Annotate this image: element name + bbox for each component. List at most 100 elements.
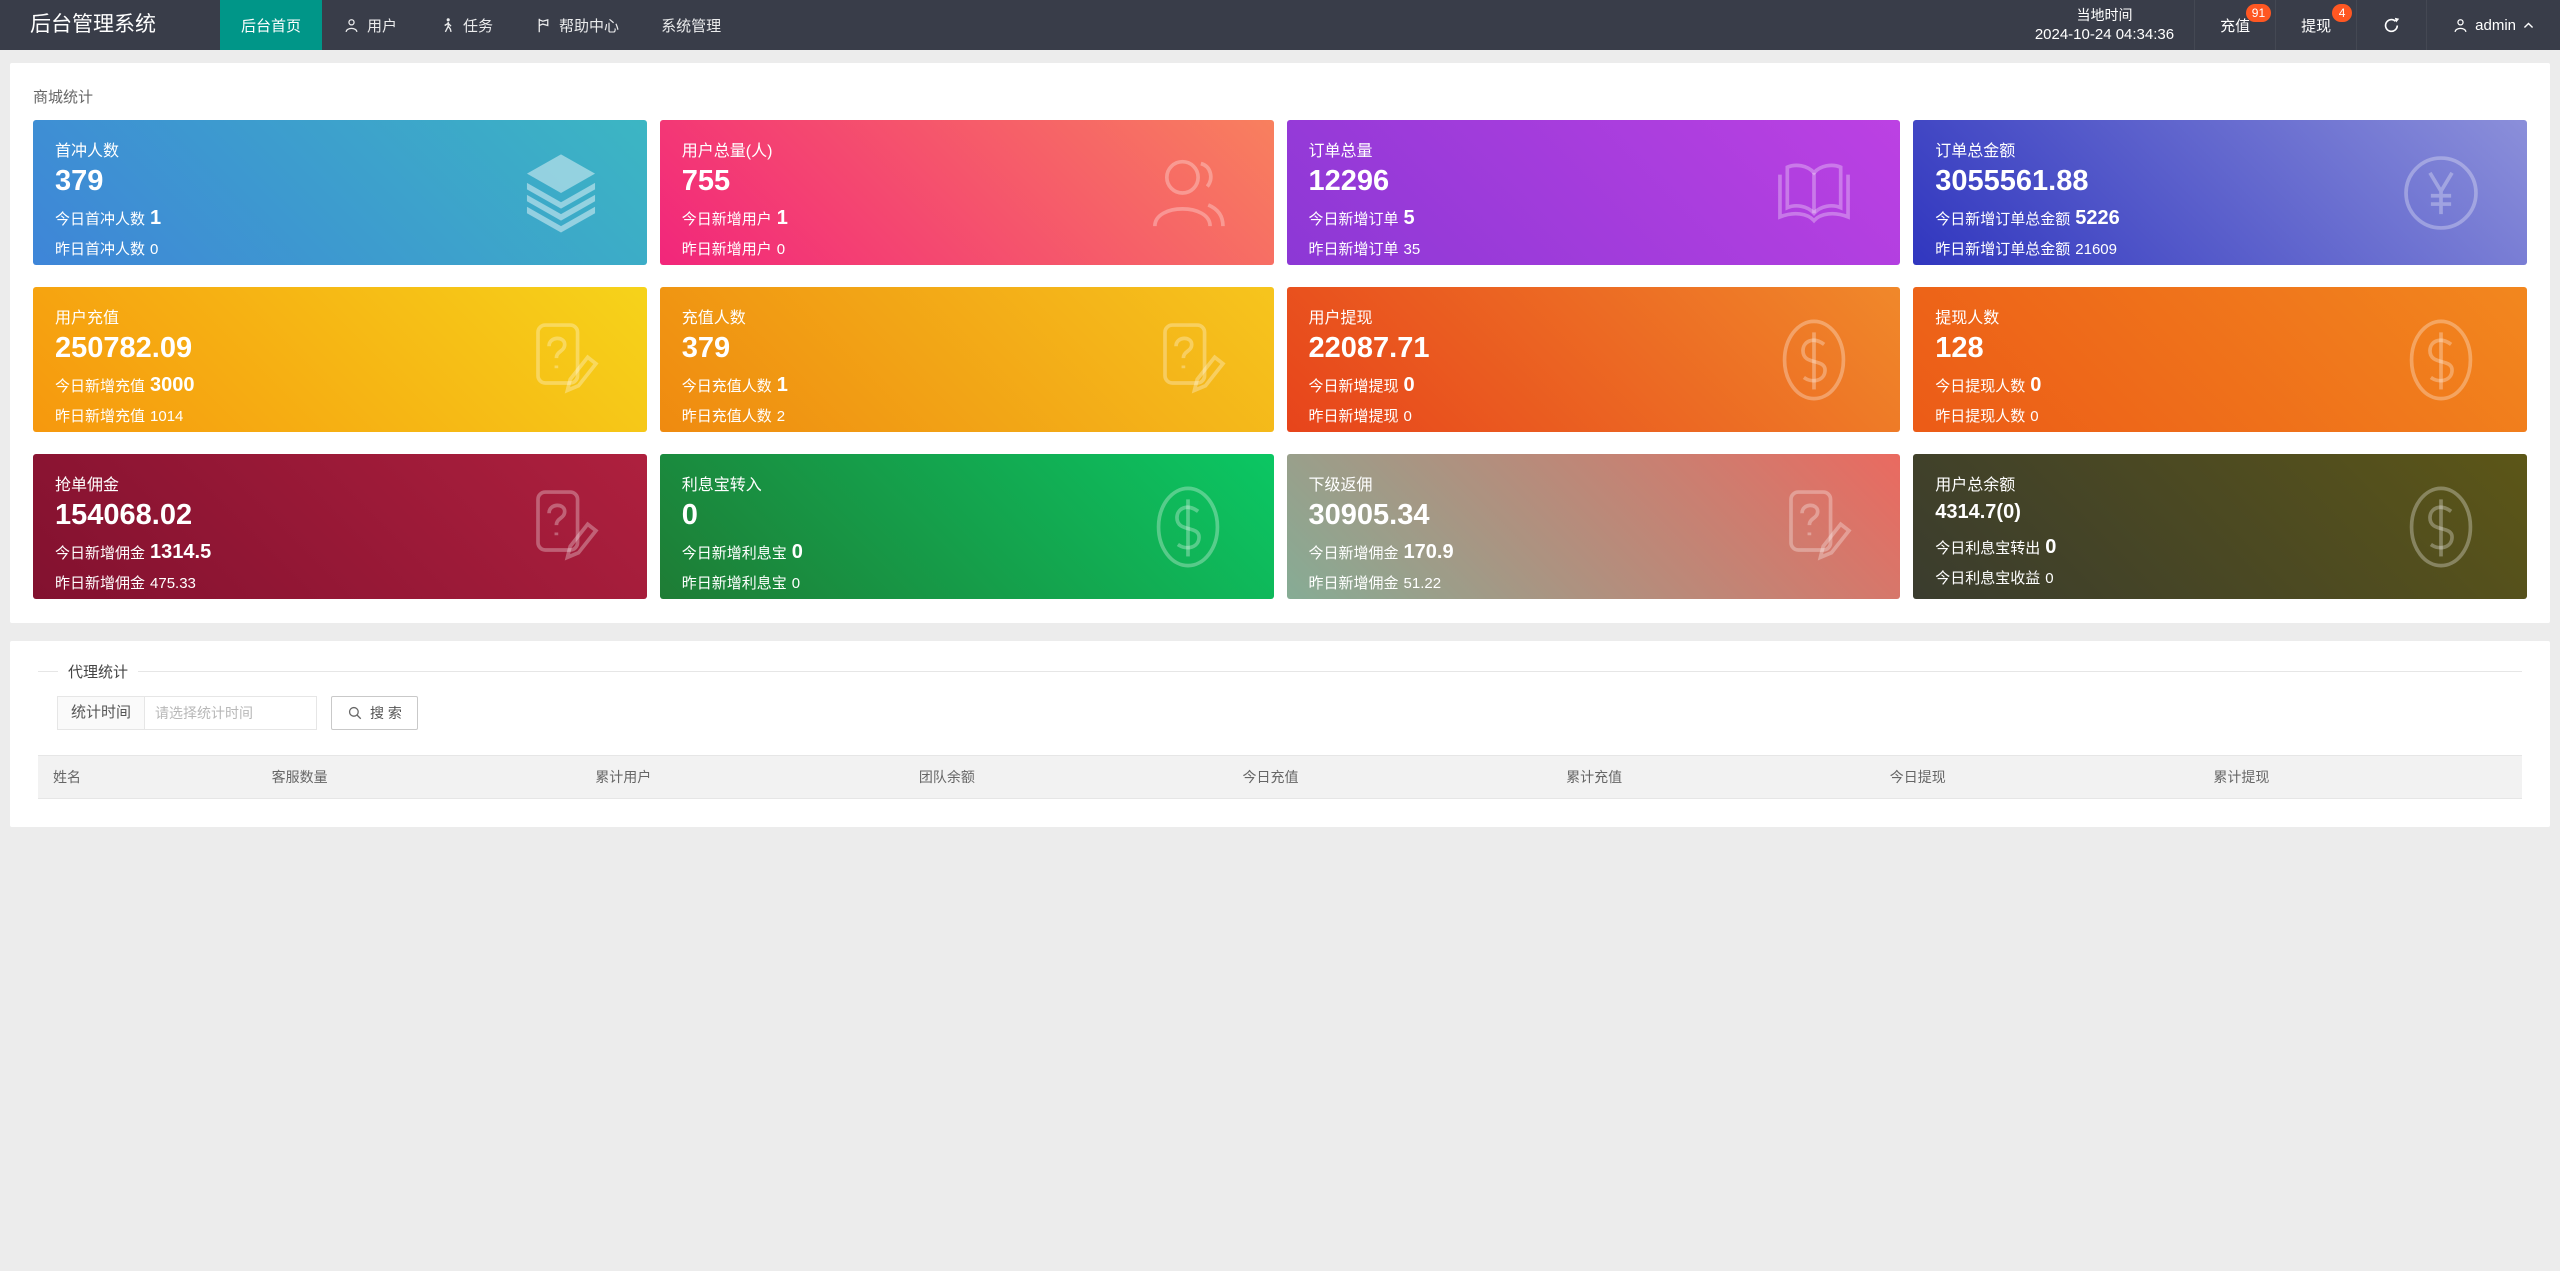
stat-today-label: 今日新增用户 (681, 210, 772, 228)
username: admin (2475, 16, 2516, 34)
stat-today-value: 5226 (2075, 206, 2120, 229)
stat-cards-grid: 首冲人数 379 今日首冲人数 1 昨日首冲人数 0 用户总量(人) 755 今日新… (10, 120, 2550, 623)
document-question-icon (515, 481, 607, 573)
col-name: 姓名 (38, 755, 257, 799)
top-navbar: 后台管理系统 后台首页 用户 任务 帮助中心 系统管理 当地时间 2024-10… (0, 0, 2560, 50)
nav-item-label: 任务 (463, 17, 494, 35)
document-question-icon (515, 314, 607, 406)
stat-yesterday-label: 昨日首冲人数 (55, 240, 146, 258)
stat-card-user-withdraw: 用户提现 22087.71 今日新增提现 0 昨日新增提现 0 (1286, 287, 1901, 432)
document-question-icon (1142, 314, 1234, 406)
main-nav: 后台首页 用户 任务 帮助中心 系统管理 (220, 0, 742, 50)
open-book-icon (1768, 147, 1860, 239)
stat-card-sub-rebate: 下级返佣 30905.34 今日新增佣金 170.9 昨日新增佣金 51.22 (1286, 454, 1901, 599)
stat-time-label: 统计时间 (57, 696, 146, 730)
stat-yesterday-value: 35 (1403, 240, 1421, 258)
stat-card-interest-transfer-in: 利息宝转入 0 今日新增利息宝 0 昨日新增利息宝 0 (659, 454, 1274, 599)
col-total-recharge: 累计充值 (1551, 755, 1875, 799)
stat-today-label: 今日新增订单总金额 (1935, 210, 2071, 228)
app-title: 后台管理系统 (30, 13, 156, 36)
recharge-button[interactable]: 充值 91 (2194, 0, 2275, 50)
stat-card-first-recharge-users: 首冲人数 379 今日首冲人数 1 昨日首冲人数 0 (33, 120, 647, 265)
dollar-circle-icon (2395, 481, 2487, 573)
agent-stats-fieldset: 代理统计 (38, 661, 2522, 682)
stat-yesterday-label: 昨日提现人数 (1935, 407, 2026, 425)
search-button[interactable]: 搜 索 (331, 696, 418, 730)
stat-today-value: 1 (776, 206, 788, 229)
stat-today-value: 1 (776, 373, 788, 396)
withdraw-label: 提现 (2301, 17, 2332, 35)
stat-yesterday-label: 昨日新增订单 (1308, 240, 1399, 258)
stat-yesterday-label: 昨日新增用户 (681, 240, 772, 258)
stat-yesterday-label: 昨日新增提现 (1308, 407, 1399, 425)
stat-today-label: 今日充值人数 (681, 377, 772, 395)
dollar-circle-icon (2395, 314, 2487, 406)
stat-today-label: 今日首冲人数 (55, 210, 146, 228)
walking-person-icon (444, 17, 452, 32)
flag-icon (538, 18, 549, 32)
nav-item-tasks[interactable]: 任务 (418, 0, 514, 50)
stat-yesterday-value: 1014 (150, 407, 184, 425)
stat-today-value: 0 (1403, 373, 1415, 396)
stat-time-input[interactable] (145, 696, 318, 730)
stat-today-label: 今日新增利息宝 (681, 544, 787, 562)
stat-yesterday-label: 今日利息宝收益 (1935, 570, 2041, 587)
chevron-up-icon (2523, 21, 2534, 28)
refresh-icon (2384, 17, 2400, 32)
col-today-withdraw: 今日提现 (1874, 755, 2199, 799)
recharge-badge: 91 (2245, 4, 2272, 22)
stat-yesterday-label: 昨日充值人数 (681, 407, 772, 425)
stat-card-user-recharge: 用户充值 250782.09 今日新增充值 3000 昨日新增充值 1014 (33, 287, 647, 432)
stat-today-label: 今日新增提现 (1308, 377, 1399, 395)
stat-yesterday-value: 0 (2045, 570, 2054, 587)
search-icon (348, 706, 362, 720)
nav-item-home[interactable]: 后台首页 (220, 0, 323, 50)
recharge-label: 充值 (2220, 17, 2251, 35)
empty-table-body (38, 799, 2522, 828)
refresh-button[interactable] (2356, 0, 2426, 50)
stat-today-value: 5 (1403, 206, 1415, 229)
col-total-withdraw: 累计提现 (2198, 755, 2522, 799)
stat-today-label: 今日提现人数 (1935, 377, 2026, 395)
stat-today-value: 0 (2045, 536, 2057, 558)
stat-yesterday-value: 475.33 (150, 574, 196, 592)
mall-stats-title: 商城统计 (33, 89, 94, 106)
yen-circle-icon (2395, 147, 2487, 239)
document-question-icon (1768, 481, 1860, 573)
stat-yesterday-value: 2 (776, 407, 786, 425)
stat-card-total-orders: 订单总量 12296 今日新增订单 5 昨日新增订单 35 (1286, 120, 1901, 265)
stat-today-value: 170.9 (1403, 540, 1454, 563)
stat-yesterday-value: 0 (2030, 407, 2039, 425)
stat-today-label: 今日利息宝转出 (1935, 540, 2041, 557)
stat-today-label: 今日新增佣金 (1308, 544, 1399, 562)
stat-yesterday-value: 0 (1403, 407, 1412, 425)
layers-icon (515, 147, 607, 239)
local-time-value: 2024-10-24 04:34:36 (2034, 26, 2175, 43)
table-header-row: 姓名 客服数量 累计用户 团队余额 今日充值 累计充值 今日提现 累计提现 (38, 755, 2522, 799)
stat-today-value: 0 (791, 540, 803, 563)
stat-yesterday-label: 昨日新增订单总金额 (1935, 240, 2071, 258)
agent-filter-form: 统计时间 搜 索 (57, 696, 2535, 730)
user-icon (2454, 18, 2467, 32)
user-menu[interactable]: admin (2426, 0, 2560, 50)
stat-yesterday-label: 昨日新增利息宝 (681, 574, 787, 592)
stat-card-order-commission: 抢单佣金 154068.02 今日新增佣金 1314.5 昨日新增佣金 475.33 (33, 454, 647, 599)
stat-yesterday-value: 51.22 (1403, 574, 1442, 592)
nav-item-system[interactable]: 系统管理 (640, 0, 742, 50)
stat-today-label: 今日新增佣金 (55, 544, 146, 562)
stat-yesterday-value: 0 (150, 240, 159, 258)
nav-item-help-center[interactable]: 帮助中心 (514, 0, 640, 50)
withdraw-button[interactable]: 提现 4 (2275, 0, 2356, 50)
stat-today-value: 3000 (150, 373, 195, 396)
stat-card-order-total-amount: 订单总金额 3055561.88 今日新增订单总金额 5226 昨日新增订单总金额… (1913, 120, 2527, 265)
dollar-circle-icon (1768, 314, 1860, 406)
stat-card-user-total-balance: 用户总余额 4314.7(0) 今日利息宝转出 0 今日利息宝收益 0 (1913, 454, 2527, 599)
stat-yesterday-value: 0 (791, 574, 801, 592)
nav-item-users[interactable]: 用户 (322, 0, 418, 50)
nav-item-label: 系统管理 (661, 17, 722, 35)
withdraw-badge: 4 (2332, 4, 2353, 22)
col-today-recharge: 今日充值 (1227, 755, 1552, 799)
mall-stats-panel: 商城统计 首冲人数 379 今日首冲人数 1 昨日首冲人数 0 用户总量(人) 75… (10, 63, 2550, 623)
nav-item-label: 帮助中心 (559, 17, 620, 35)
stat-yesterday-label: 昨日新增充值 (55, 407, 146, 425)
